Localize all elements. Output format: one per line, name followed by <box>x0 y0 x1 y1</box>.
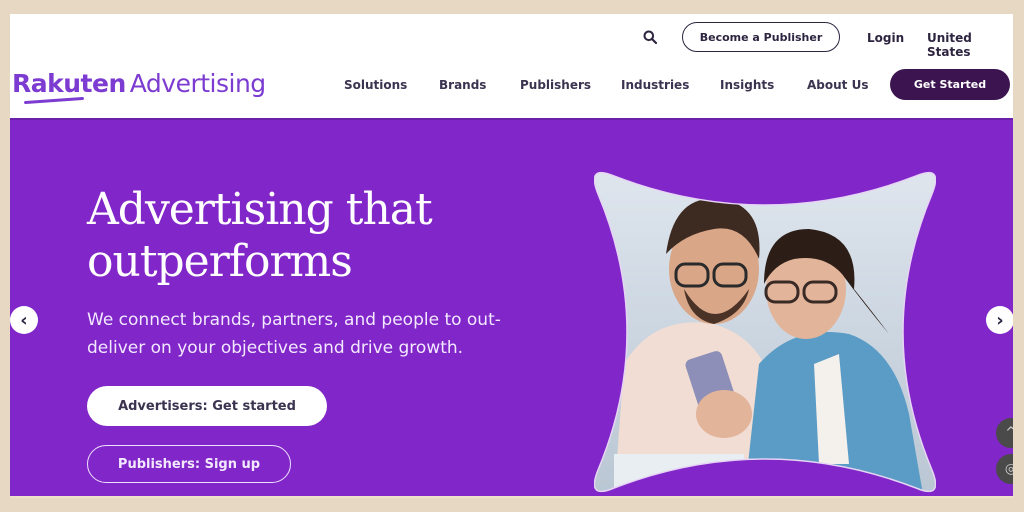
nav-solutions[interactable]: Solutions <box>344 78 407 92</box>
advertisers-get-started-button[interactable]: Advertisers: Get started <box>87 386 327 426</box>
site-header: Rakuten Advertising Become a Publisher Lo… <box>10 14 1013 118</box>
country-selector[interactable]: United States <box>927 31 1013 59</box>
become-publisher-button[interactable]: Become a Publisher <box>682 22 840 52</box>
nav-about-us[interactable]: About Us <box>807 78 868 92</box>
publishers-sign-up-button[interactable]: Publishers: Sign up <box>87 445 291 483</box>
hero-title: Advertising that outperforms <box>87 184 433 287</box>
nav-insights[interactable]: Insights <box>720 78 774 92</box>
logo-brand: Rakuten <box>12 69 126 98</box>
carousel-prev-button[interactable]: ‹ <box>10 306 38 334</box>
hero-photo <box>594 171 936 493</box>
carousel-next-button[interactable]: › <box>986 306 1013 334</box>
hero-banner: Advertising that outperforms We connect … <box>10 118 1013 498</box>
chevron-left-icon: ‹ <box>20 309 28 331</box>
page: Rakuten Advertising Become a Publisher Lo… <box>10 14 1013 498</box>
chevron-right-icon: › <box>996 309 1004 331</box>
hero-subtitle: We connect brands, partners, and people … <box>87 310 501 358</box>
nav-brands[interactable]: Brands <box>439 78 486 92</box>
rakuten-advertising-logo[interactable]: Rakuten Advertising <box>12 69 266 98</box>
nav-publishers[interactable]: Publishers <box>520 78 591 92</box>
below-fold-text-strip <box>10 496 1013 498</box>
login-link[interactable]: Login <box>867 31 904 45</box>
search-icon[interactable] <box>643 30 657 44</box>
get-started-button[interactable]: Get Started <box>890 69 1010 100</box>
chevron-up-icon: ^ <box>1005 425 1013 441</box>
fingerprint-icon: ◎ <box>1004 461 1013 477</box>
logo-product: Advertising <box>129 69 266 98</box>
nav-industries[interactable]: Industries <box>621 78 689 92</box>
